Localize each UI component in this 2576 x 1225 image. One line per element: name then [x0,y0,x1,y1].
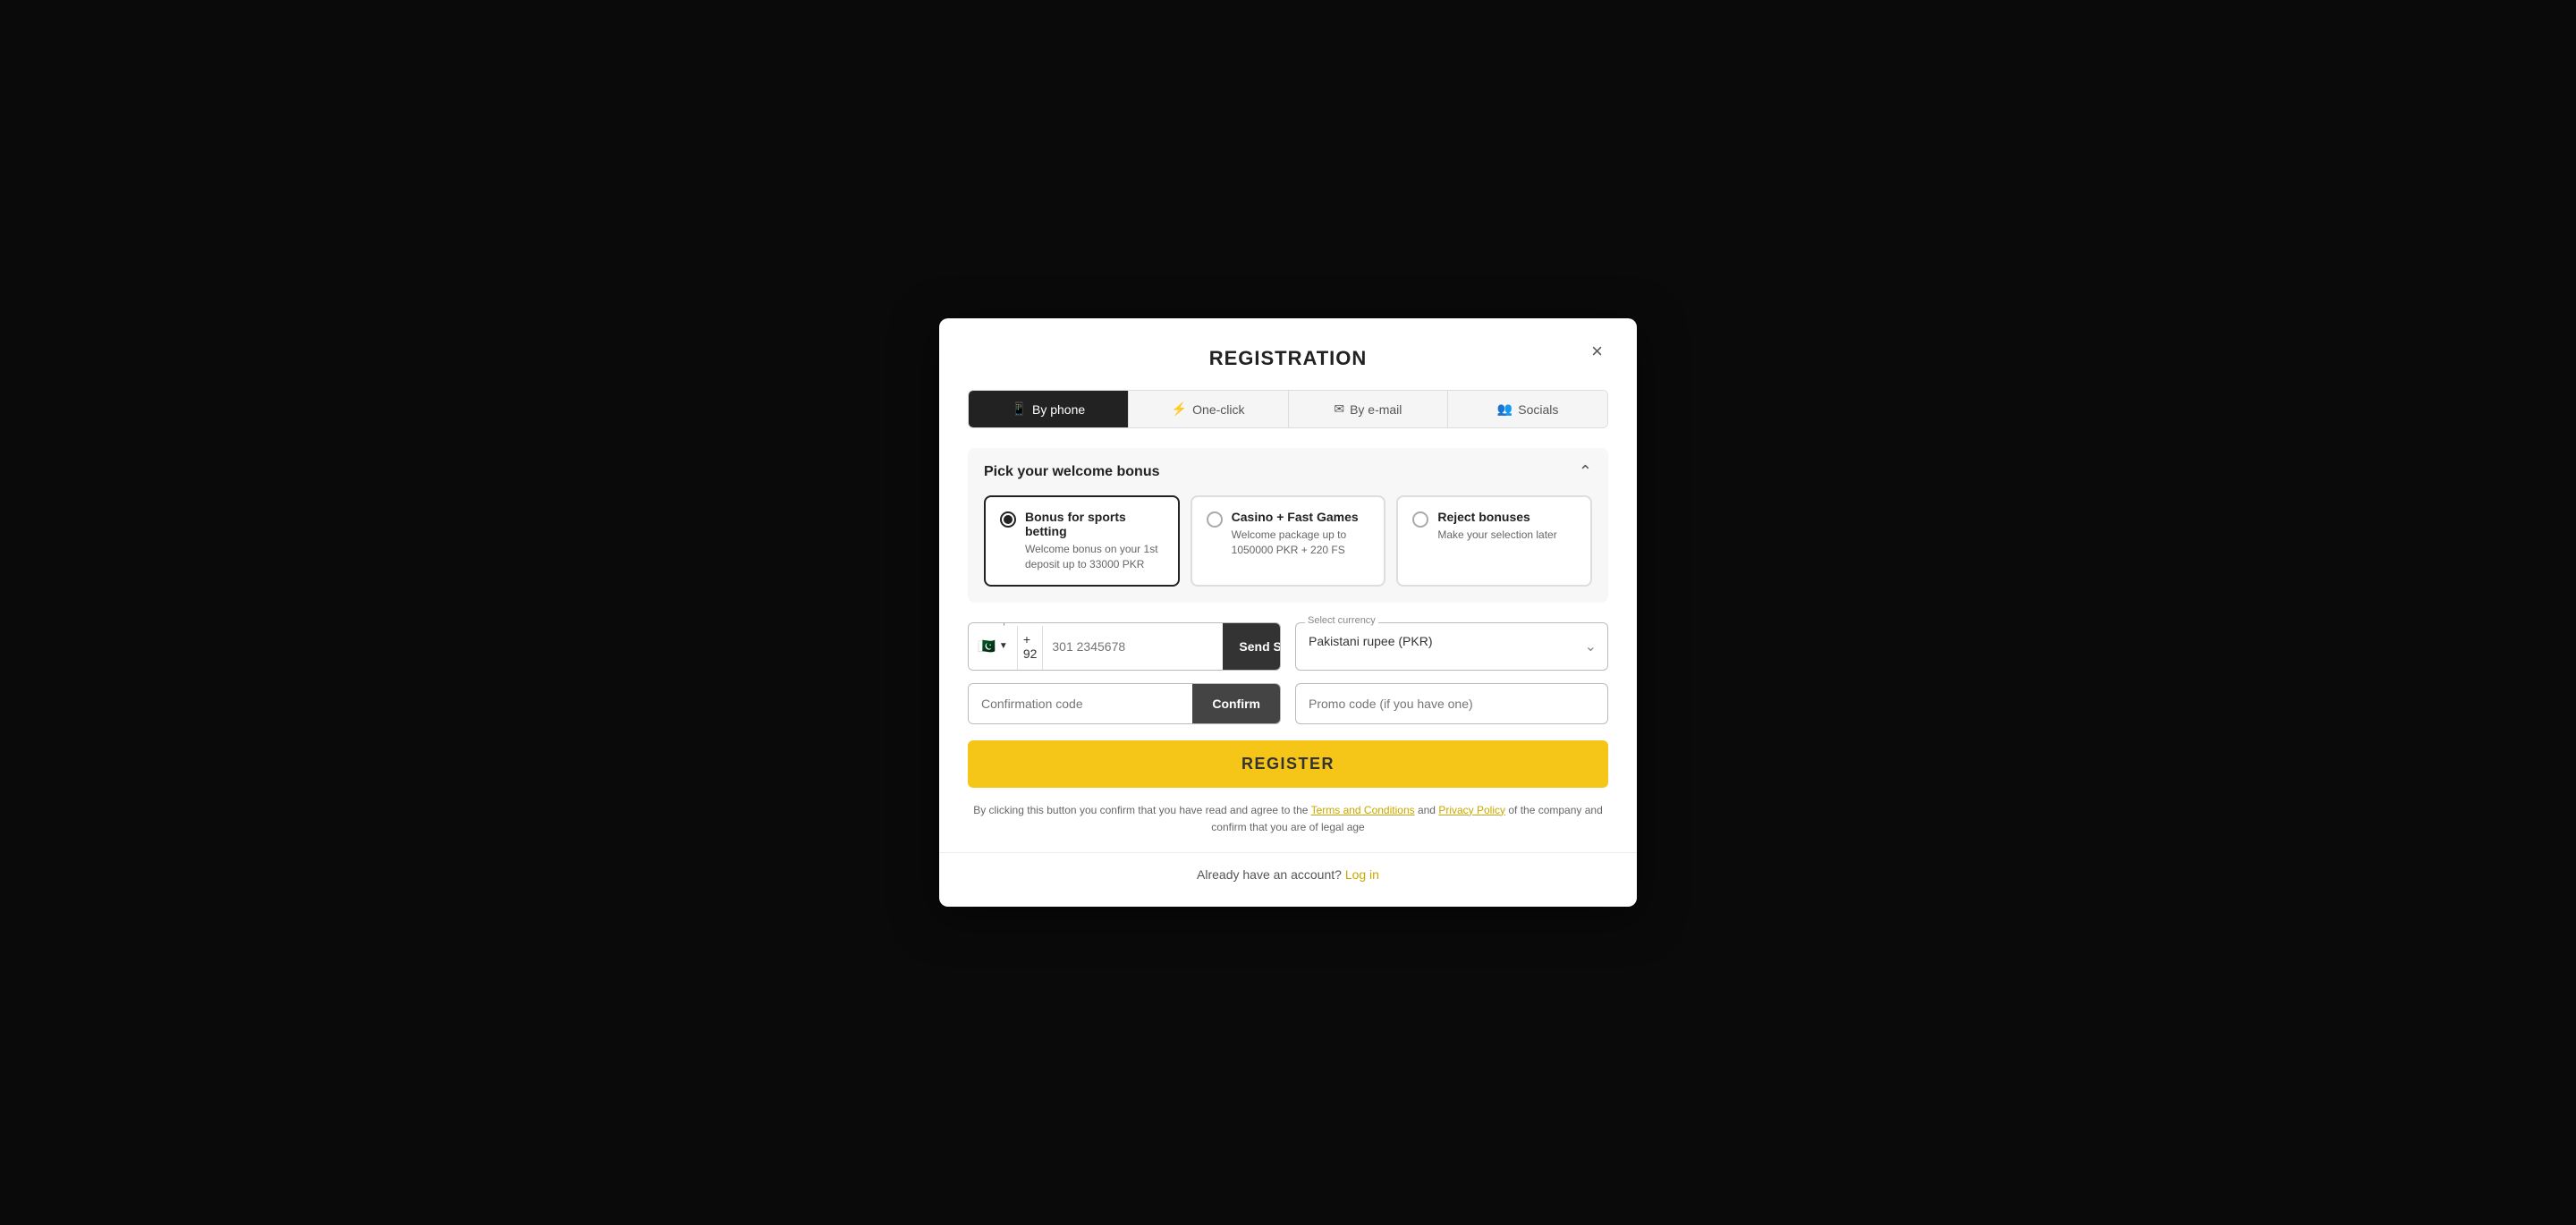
register-button[interactable]: REGISTER [968,740,1608,788]
modal-title: REGISTRATION [1209,347,1368,370]
registration-tabs: 📱 By phone ⚡ One-click ✉ By e-mail 👥 Soc… [968,390,1608,428]
registration-modal: REGISTRATION × 📱 By phone ⚡ One-click ✉ … [939,318,1637,907]
radio-reject [1412,511,1428,528]
tab-by-phone[interactable]: 📱 By phone [969,391,1129,427]
bonus-casino-content: Casino + Fast Games Welcome package up t… [1232,510,1370,558]
flag-dropdown[interactable]: 🇵🇰 ▼ [969,623,1018,670]
radio-inner-sports [1004,515,1013,524]
radio-sports [1000,511,1016,528]
confirm-button[interactable]: Confirm [1192,684,1280,723]
bonus-title: Pick your welcome bonus [984,464,1160,480]
tab-socials[interactable]: 👥 Socials [1448,391,1607,427]
radio-casino [1207,511,1223,528]
confirmation-group: Confirm [968,683,1281,724]
bonus-card-sports[interactable]: Bonus for sports betting Welcome bonus o… [984,495,1180,587]
divider [939,852,1637,853]
bonus-casino-title: Casino + Fast Games [1232,510,1370,524]
bonus-reject-title: Reject bonuses [1437,510,1556,524]
bonus-card-reject[interactable]: Reject bonuses Make your selection later [1396,495,1592,587]
bonus-casino-desc: Welcome package up to 1050000 PKR + 220 … [1232,528,1370,558]
promo-input[interactable] [1295,683,1608,724]
modal-header: REGISTRATION × [968,347,1608,370]
bonus-reject-desc: Make your selection later [1437,528,1556,543]
close-button[interactable]: × [1586,340,1608,363]
privacy-link[interactable]: Privacy Policy [1438,804,1505,816]
terms-link[interactable]: Terms and Conditions [1311,804,1415,816]
bonus-header: Pick your welcome bonus ⌃ [984,462,1592,481]
chevron-up-icon[interactable]: ⌃ [1579,462,1592,481]
phone-prefix: + 92 [1018,623,1044,670]
currency-group: Select currency Pakistani rupee (PKR)US … [1295,622,1608,671]
socials-icon: 👥 [1497,401,1513,417]
bonus-cards: Bonus for sports betting Welcome bonus o… [984,495,1592,587]
bonus-section: Pick your welcome bonus ⌃ Bonus for spor… [968,448,1608,603]
bonus-sports-desc: Welcome bonus on your 1st deposit up to … [1025,542,1164,572]
send-sms-button[interactable]: Send SMS [1223,623,1281,670]
bonus-sports-title: Bonus for sports betting [1025,510,1164,538]
flag-icon: 🇵🇰 [978,638,996,655]
phone-input[interactable] [1043,623,1223,670]
tab-one-click[interactable]: ⚡ One-click [1129,391,1289,427]
chevron-down-icon: ▼ [999,641,1008,651]
confirm-promo-row: Confirm [968,683,1608,724]
bonus-sports-content: Bonus for sports betting Welcome bonus o… [1025,510,1164,572]
bonus-reject-content: Reject bonuses Make your selection later [1437,510,1556,543]
currency-select[interactable]: Pakistani rupee (PKR)US Dollar (USD)Euro… [1296,623,1607,659]
currency-label: Select currency [1305,615,1378,626]
phone-currency-row: Your phone number 🇵🇰 ▼ + 92 Send SMS Sel… [968,622,1608,671]
phone-group: Your phone number 🇵🇰 ▼ + 92 Send SMS [968,622,1281,671]
email-icon: ✉ [1334,401,1344,417]
terms-text: By clicking this button you confirm that… [968,802,1608,836]
login-link[interactable]: Log in [1345,867,1379,882]
confirmation-input[interactable] [969,684,1192,723]
already-account-text: Already have an account? Log in [968,867,1608,882]
lightning-icon: ⚡ [1172,401,1187,417]
phone-icon: 📱 [1012,401,1027,417]
phone-label: Your phone number [978,622,1069,626]
bonus-card-casino[interactable]: Casino + Fast Games Welcome package up t… [1191,495,1386,587]
tab-by-email[interactable]: ✉ By e-mail [1289,391,1449,427]
